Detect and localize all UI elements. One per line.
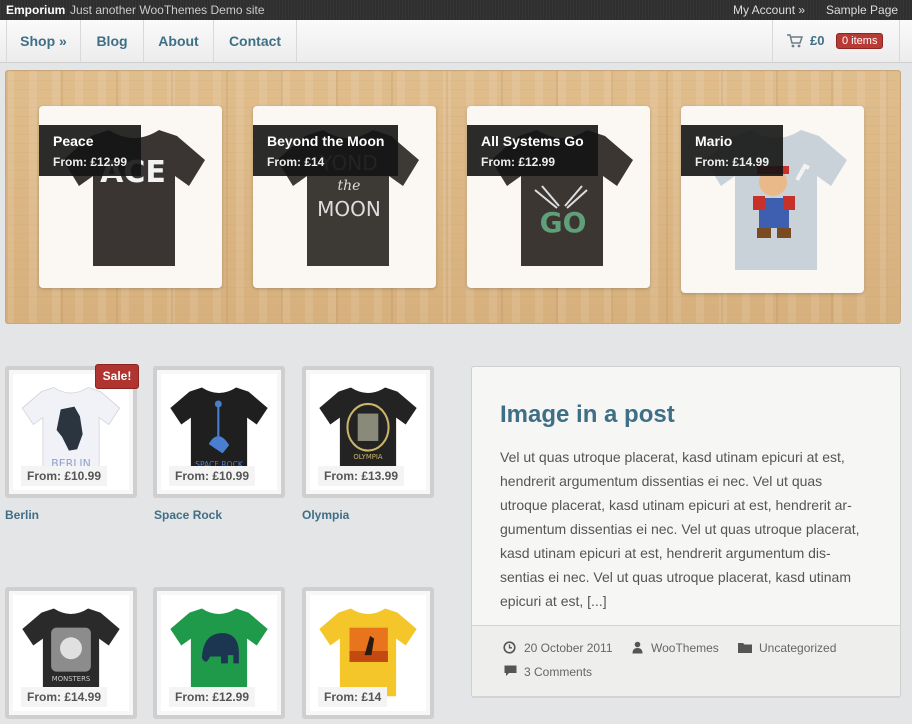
admin-bar: Emporium Just another WooThemes Demo sit… (0, 0, 912, 20)
featured-title[interactable]: Beyond the Moon (267, 133, 384, 149)
user-icon (632, 641, 643, 654)
product-image: BERLIN From: £10.99 (13, 374, 129, 490)
featured-product[interactable]: Mario From: £14.99 (681, 106, 864, 293)
product-card[interactable]: SPACE ROCK From: £10.99 (153, 366, 285, 498)
post-category[interactable]: Uncategorized (759, 641, 836, 655)
cart-widget[interactable]: £0 0 items (772, 20, 900, 62)
product-name[interactable]: Berlin (5, 508, 39, 522)
product-image: From: £14 (310, 595, 426, 711)
featured-caption: Peace From: £12.99 (39, 125, 142, 176)
product-name[interactable]: Space Rock (154, 508, 222, 522)
featured-title[interactable]: All Systems Go (481, 133, 584, 149)
featured-price: From: £12.99 (53, 155, 128, 169)
featured-title[interactable]: Mario (695, 133, 769, 149)
featured-product[interactable]: YOND the MOON Beyond the Moon From: £14 (253, 106, 436, 288)
tshirt-image: BERLIN (21, 387, 121, 476)
nav-contact[interactable]: Contact (214, 20, 297, 62)
blog-post: Image in a post Vel ut quas utroque plac… (471, 366, 901, 696)
tshirt-image (170, 608, 268, 697)
post-title[interactable]: Image in a post (500, 401, 675, 429)
product-price: From: £14.99 (21, 687, 108, 707)
svg-text:OLYMPIA: OLYMPIA (353, 453, 383, 461)
cart-items-badge: 0 items (836, 33, 884, 49)
featured-products-slider: ACE Peace From: £12.99 YOND the MOON Bey… (5, 70, 901, 324)
featured-price: From: £14.99 (695, 155, 770, 169)
nav-shop[interactable]: Shop » (6, 20, 81, 62)
product-image: MONSTERS From: £14.99 (13, 595, 129, 711)
product-price: From: £10.99 (21, 466, 108, 486)
svg-text:MONSTERS: MONSTERS (52, 675, 90, 683)
tshirt-image (319, 608, 417, 697)
featured-product[interactable]: ACE Peace From: £12.99 (39, 106, 222, 288)
post-excerpt: Vel ut quas utroque placerat, kasd utina… (500, 445, 875, 613)
post-line: utroque placerat, kasd utinam epicuri at… (500, 497, 852, 513)
featured-price: From: £14 (267, 155, 325, 169)
svg-text:the: the (338, 178, 361, 194)
product-price: From: £13.99 (318, 466, 405, 486)
site-name[interactable]: Emporium (6, 0, 65, 20)
cart-icon (787, 34, 803, 48)
product-name[interactable]: Olympia (302, 508, 349, 522)
post-author[interactable]: WooThemes (651, 641, 719, 655)
sample-page-link[interactable]: Sample Page (826, 0, 898, 20)
product-price: From: £12.99 (169, 687, 256, 707)
product-card[interactable]: From: £12.99 (153, 587, 285, 719)
featured-caption: Beyond the Moon From: £14 (253, 125, 399, 176)
tshirt-image: OLYMPIA (319, 387, 417, 476)
post-comments[interactable]: 3 Comments (524, 665, 592, 679)
nav-about[interactable]: About (144, 20, 214, 62)
featured-caption: Mario From: £14.99 (681, 125, 784, 176)
product-image: SPACE ROCK From: £10.99 (161, 374, 277, 490)
site-description: Just another WooThemes Demo site (70, 3, 265, 17)
main-navigation: Shop » Blog About Contact £0 0 items (0, 20, 912, 63)
product-price: From: £10.99 (169, 466, 256, 486)
post-line: gumentum dissentias ei nec. Vel ut quas … (500, 521, 860, 537)
post-date: 20 October 2011 (524, 641, 613, 655)
tshirt-image: SPACE ROCK (170, 387, 268, 476)
post-meta: 20 October 2011 WooThemes Uncategorized … (472, 625, 900, 696)
tshirt-image: MONSTERS (22, 608, 120, 697)
post-line: sentias ei nec. Vel ut quas utroque plac… (500, 569, 851, 585)
featured-caption: All Systems Go From: £12.99 (467, 125, 598, 176)
my-account-link[interactable]: My Account » (733, 0, 805, 20)
product-image: OLYMPIA From: £13.99 (310, 374, 426, 490)
post-line: epicuri at est, [...] (500, 593, 607, 609)
comment-icon (504, 665, 517, 676)
cart-total: £0 (810, 33, 825, 48)
post-line: Vel ut quas utroque placerat, kasd utina… (500, 449, 845, 465)
svg-text:MOON: MOON (317, 197, 381, 221)
featured-price: From: £12.99 (481, 155, 556, 169)
featured-title[interactable]: Peace (53, 133, 127, 149)
featured-product[interactable]: GO All Systems Go From: £12.99 (467, 106, 650, 288)
post-line: kasd utinam epicuri at est, hendrerit ar… (500, 545, 831, 561)
clock-icon (503, 641, 516, 654)
nav-blog[interactable]: Blog (81, 20, 144, 62)
product-card[interactable]: MONSTERS From: £14.99 (5, 587, 137, 719)
product-card[interactable]: OLYMPIA From: £13.99 (302, 366, 434, 498)
folder-icon (738, 643, 752, 653)
post-line: hendrerit argumentum dissentias ei nec. … (500, 473, 823, 489)
sale-badge: Sale! (95, 364, 139, 389)
product-price: From: £14 (318, 687, 388, 707)
product-image: From: £12.99 (161, 595, 277, 711)
product-card[interactable]: From: £14 (302, 587, 434, 719)
svg-text:GO: GO (540, 206, 587, 239)
